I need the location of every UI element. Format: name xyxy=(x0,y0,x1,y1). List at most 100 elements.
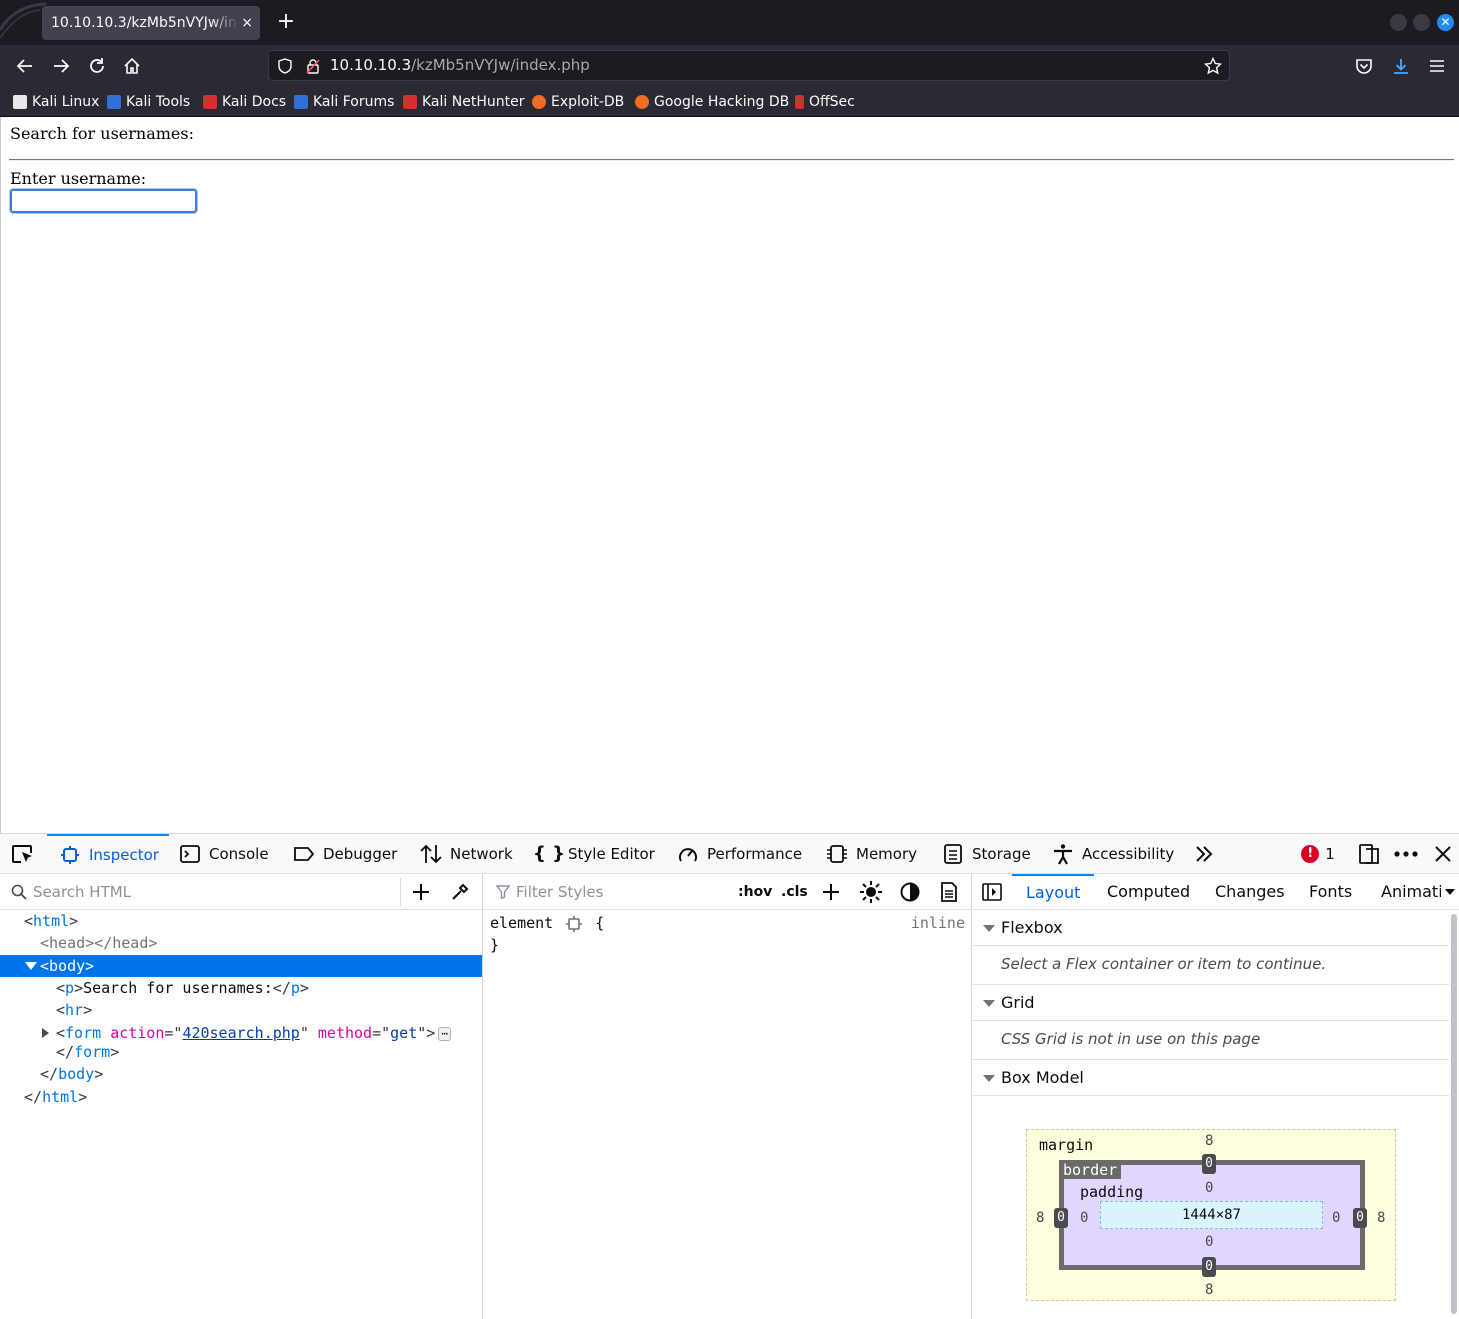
eyedropper-button[interactable] xyxy=(449,874,471,910)
browser-tab[interactable]: 10.10.10.3/kzMb5nVYJw/index.php × xyxy=(42,6,260,40)
bookmark-exploit-db[interactable]: Exploit-DB xyxy=(532,92,624,112)
shield-icon[interactable] xyxy=(277,58,293,74)
back-button[interactable] xyxy=(13,54,37,78)
margin-top-value[interactable]: 8 xyxy=(1205,1133,1213,1149)
tab-performance[interactable]: Performance xyxy=(677,834,802,874)
tab-style-editor[interactable]: { } Style Editor xyxy=(533,834,655,874)
toggle-sidebar-button[interactable] xyxy=(981,874,1003,910)
app-menu-button[interactable] xyxy=(1425,54,1449,78)
bookmark-label: Exploit-DB xyxy=(551,94,625,110)
devtools-options-button[interactable] xyxy=(1393,834,1419,874)
border-right-value[interactable]: 0 xyxy=(1353,1208,1367,1228)
bookmark-offsec[interactable]: OffSec xyxy=(795,92,855,112)
node-html-close[interactable]: </html> xyxy=(24,1086,87,1108)
responsive-design-button[interactable] xyxy=(1356,834,1382,874)
username-input[interactable] xyxy=(9,188,198,214)
border-bottom-value[interactable]: 0 xyxy=(1202,1257,1216,1277)
node-form-close[interactable]: </form> xyxy=(56,1041,119,1063)
node-html-open[interactable]: <html> xyxy=(24,910,78,932)
filter-styles-placeholder: Filter Styles xyxy=(516,883,604,901)
tab-storage[interactable]: Storage xyxy=(942,834,1031,874)
node-body-close[interactable]: </body> xyxy=(40,1063,103,1085)
minimize-button[interactable] xyxy=(1390,14,1407,31)
tab-network[interactable]: Network xyxy=(420,834,513,874)
bookmark-star-icon[interactable] xyxy=(1204,57,1222,75)
box-model-section-header[interactable]: Box Model xyxy=(973,1060,1449,1096)
padding-bottom-value[interactable]: 0 xyxy=(1205,1234,1213,1250)
insecure-lock-icon[interactable] xyxy=(305,58,321,74)
tab-memory[interactable]: Memory xyxy=(826,834,917,874)
add-rule-button[interactable] xyxy=(820,874,842,910)
horizontal-rule xyxy=(9,159,1454,161)
cls-toggle[interactable]: .cls xyxy=(781,874,808,910)
tab-console[interactable]: Console xyxy=(179,834,269,874)
padding-right-value[interactable]: 0 xyxy=(1332,1210,1340,1226)
light-scheme-button[interactable] xyxy=(859,874,883,910)
new-tab-button[interactable]: + xyxy=(275,8,297,36)
padding-top-value[interactable]: 0 xyxy=(1205,1180,1213,1196)
tab-layout[interactable]: Layout xyxy=(1012,874,1095,910)
node-body-selected[interactable]: <body> xyxy=(0,955,482,977)
bookmark-kali-linux[interactable]: Kali Linux xyxy=(13,92,99,112)
tab-debugger[interactable]: Debugger xyxy=(293,834,397,874)
filter-styles-field[interactable]: Filter Styles xyxy=(496,874,603,910)
tab-accessibility[interactable]: Accessibility xyxy=(1052,834,1174,874)
bookmark-kali-docs[interactable]: Kali Docs xyxy=(203,92,286,112)
box-model-content-size[interactable]: 1444×87 xyxy=(1100,1201,1323,1229)
tab-computed[interactable]: Computed xyxy=(1107,874,1190,910)
search-html-field[interactable]: Search HTML xyxy=(11,874,131,910)
tab-close-icon[interactable]: × xyxy=(241,6,253,40)
tab-fonts[interactable]: Fonts xyxy=(1309,874,1352,910)
tab-changes[interactable]: Changes xyxy=(1215,874,1285,910)
toolbar-divider xyxy=(400,878,401,906)
flexbox-section-header[interactable]: Flexbox xyxy=(973,910,1449,946)
collapsed-triangle-icon[interactable] xyxy=(42,1028,49,1038)
print-media-button[interactable] xyxy=(938,874,960,910)
forward-button[interactable] xyxy=(49,54,73,78)
window-close-button[interactable]: ✕ xyxy=(1437,14,1454,31)
node-p[interactable]: <p>Search for usernames:</p> xyxy=(56,977,309,999)
downloads-button[interactable] xyxy=(1389,54,1413,78)
node-hr[interactable]: <hr> xyxy=(56,999,92,1021)
tab-label: Inspector xyxy=(89,846,159,864)
bookmark-kali-nethunter[interactable]: Kali NetHunter xyxy=(403,92,524,112)
border-label: border xyxy=(1059,1161,1122,1179)
grid-section-header[interactable]: Grid xyxy=(973,985,1449,1021)
bookmark-kali-forums[interactable]: Kali Forums xyxy=(294,92,394,112)
tab-inspector[interactable]: Inspector xyxy=(47,834,169,874)
url-bar[interactable]: 10.10.10.3/kzMb5nVYJw/index.php xyxy=(268,50,1230,81)
reload-button[interactable] xyxy=(85,54,109,78)
pocket-button[interactable] xyxy=(1352,54,1376,78)
margin-right-value[interactable]: 8 xyxy=(1377,1210,1385,1226)
padding-left-value[interactable]: 0 xyxy=(1080,1210,1088,1226)
tab-label: Console xyxy=(209,845,269,863)
devtools-close-button[interactable] xyxy=(1432,834,1454,874)
kali-forums-icon xyxy=(294,95,308,109)
tab-animations[interactable]: Animati xyxy=(1381,874,1441,910)
element-rule[interactable]: element { xyxy=(490,912,604,934)
tab-label: Accessibility xyxy=(1082,845,1175,863)
sidebar-scrollbar[interactable] xyxy=(1451,914,1457,1314)
margin-bottom-value[interactable]: 8 xyxy=(1205,1282,1213,1298)
storage-icon xyxy=(942,843,964,865)
error-count-badge[interactable]: ! 1 xyxy=(1298,834,1338,874)
accessibility-person-icon xyxy=(1052,843,1074,865)
maximize-button[interactable] xyxy=(1413,14,1430,31)
hov-toggle[interactable]: :hov xyxy=(738,874,772,910)
border-left-value[interactable]: 0 xyxy=(1054,1208,1068,1228)
collapsed-children-badge[interactable]: ⋯ xyxy=(438,1026,451,1041)
dark-scheme-button[interactable] xyxy=(899,874,921,910)
home-button[interactable] xyxy=(120,54,144,78)
more-tools-button[interactable] xyxy=(1190,834,1218,874)
margin-left-value[interactable]: 8 xyxy=(1036,1210,1044,1226)
element-picker-button[interactable] xyxy=(9,834,37,874)
node-highlight-icon[interactable] xyxy=(566,915,583,932)
expand-triangle-icon[interactable] xyxy=(25,962,37,970)
bookmark-kali-tools[interactable]: Kali Tools xyxy=(107,92,190,112)
bookmark-google-hacking-db[interactable]: Google Hacking DB xyxy=(635,92,789,112)
add-node-button[interactable] xyxy=(410,874,432,910)
search-icon xyxy=(11,884,27,900)
node-head[interactable]: <head></head> xyxy=(40,932,157,954)
tabs-overflow-chevron-icon[interactable] xyxy=(1445,889,1455,895)
border-top-value[interactable]: 0 xyxy=(1202,1154,1216,1174)
